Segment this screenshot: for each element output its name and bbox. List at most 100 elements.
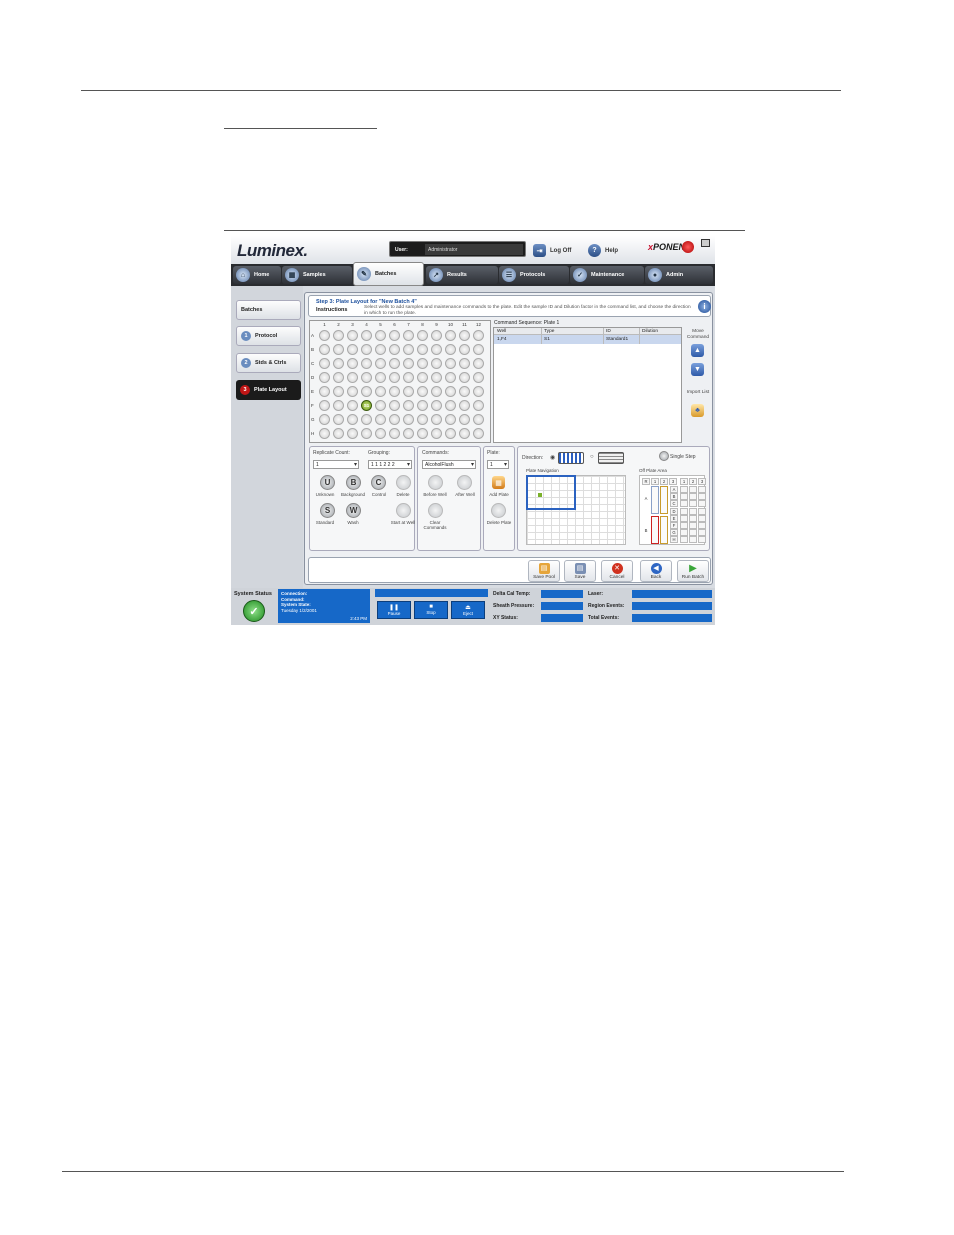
plate-well[interactable]	[403, 344, 414, 355]
plate-well[interactable]	[333, 372, 344, 383]
plate-well[interactable]	[459, 386, 470, 397]
help-button[interactable]: ? Help	[588, 244, 618, 257]
plate-well[interactable]	[417, 330, 428, 341]
off-plate-cell[interactable]	[680, 514, 688, 522]
plate-well[interactable]	[445, 330, 456, 341]
standard-button[interactable]: S	[320, 503, 335, 518]
plate-well[interactable]	[361, 358, 372, 369]
plate-well[interactable]	[445, 344, 456, 355]
plate-well[interactable]	[319, 400, 330, 411]
off-plate-cell[interactable]	[680, 529, 688, 537]
plate-well[interactable]	[403, 330, 414, 341]
start-at-well-button[interactable]	[396, 503, 411, 518]
plate-well[interactable]	[319, 344, 330, 355]
plate-well[interactable]	[473, 372, 484, 383]
plate-well[interactable]	[333, 414, 344, 425]
reservoir-well[interactable]	[651, 516, 659, 544]
plate-well[interactable]	[389, 428, 400, 439]
off-plate-cell[interactable]	[689, 536, 697, 544]
plate-well[interactable]	[431, 344, 442, 355]
plate-column-header[interactable]: 8	[416, 322, 429, 327]
single-step-toggle[interactable]	[659, 451, 669, 461]
plate-well[interactable]	[375, 344, 386, 355]
off-plate-cell[interactable]	[698, 514, 706, 522]
tab-results[interactable]: ↗ Results	[426, 266, 498, 284]
plate-navigation-selection[interactable]	[526, 475, 576, 510]
plate-well[interactable]	[459, 372, 470, 383]
plate-well[interactable]	[473, 330, 484, 341]
clear-commands-button[interactable]	[428, 503, 443, 518]
plate-row-header[interactable]: D	[311, 375, 314, 380]
plate-well[interactable]	[361, 414, 372, 425]
plate-well[interactable]	[431, 358, 442, 369]
reservoir-well[interactable]	[660, 486, 668, 514]
log-off-button[interactable]: ⇥ Log Off	[533, 244, 571, 257]
tab-admin[interactable]: ● Admin	[645, 266, 713, 284]
minimize-button[interactable]	[701, 239, 710, 247]
plate-well[interactable]	[459, 358, 470, 369]
plate-well[interactable]	[473, 414, 484, 425]
off-plate-cell[interactable]	[698, 493, 706, 501]
eject-button[interactable]: ⏏ Eject	[451, 601, 485, 619]
plate-well[interactable]	[459, 344, 470, 355]
plate-well[interactable]	[417, 428, 428, 439]
plate-row-header[interactable]: A	[311, 333, 314, 338]
move-down-button[interactable]: ▼	[691, 363, 704, 376]
back-button[interactable]: ◀ Back	[640, 560, 672, 582]
plate-well[interactable]	[333, 344, 344, 355]
pause-button[interactable]: ❚❚ Pause	[377, 601, 411, 619]
plate-well[interactable]	[417, 358, 428, 369]
sidebar-item-stds-ctrls[interactable]: 2 Stds & Ctrls	[236, 353, 301, 373]
sidebar-item-plate-layout[interactable]: 3 Plate Layout	[236, 380, 301, 400]
off-plate-cell[interactable]	[698, 529, 706, 537]
plate-select[interactable]: 1	[487, 460, 509, 469]
plate-row-header[interactable]: B	[311, 347, 314, 352]
delete-well-button[interactable]	[396, 475, 411, 490]
plate-well[interactable]	[431, 386, 442, 397]
plate-column-header[interactable]: 4	[360, 322, 373, 327]
sidebar-item-protocol[interactable]: 1 Protocol	[236, 326, 301, 346]
plate-well[interactable]	[333, 400, 344, 411]
plate-well[interactable]	[319, 358, 330, 369]
table-row[interactable]: 1,F4 S1 Standard1	[494, 335, 681, 344]
off-plate-cell[interactable]	[698, 500, 706, 508]
plate-well[interactable]	[347, 386, 358, 397]
horizontal-direction-icon[interactable]	[598, 452, 624, 464]
plate-well[interactable]	[459, 428, 470, 439]
plate-well[interactable]	[431, 400, 442, 411]
status-check-icon[interactable]: ✓	[243, 600, 265, 622]
plate-column-header[interactable]: 6	[388, 322, 401, 327]
plate-well[interactable]	[417, 400, 428, 411]
plate-well[interactable]	[375, 386, 386, 397]
plate-column-header[interactable]: 10	[444, 322, 457, 327]
plate-column-header[interactable]: 12	[472, 322, 485, 327]
plate-well[interactable]	[361, 428, 372, 439]
import-list-button[interactable]: ♣	[691, 404, 704, 417]
off-plate-cell[interactable]	[698, 536, 706, 544]
off-plate-cell[interactable]	[680, 522, 688, 529]
unknown-button[interactable]: U	[320, 475, 335, 490]
plate-well[interactable]	[431, 414, 442, 425]
plate-column-header[interactable]: 5	[374, 322, 387, 327]
plate-well[interactable]	[417, 372, 428, 383]
off-plate-cell[interactable]	[680, 507, 688, 515]
plate-well[interactable]	[389, 372, 400, 383]
plate-well[interactable]	[333, 330, 344, 341]
plate-well[interactable]	[375, 330, 386, 341]
before-well-button[interactable]	[428, 475, 443, 490]
direction-radio-vertical[interactable]: ◉	[550, 454, 555, 461]
plate-well[interactable]	[403, 400, 414, 411]
delete-plate-button[interactable]	[491, 503, 506, 518]
plate-column-header[interactable]: 3	[346, 322, 359, 327]
off-plate-cell[interactable]	[689, 514, 697, 522]
tab-maintenance[interactable]: ✓ Maintenance	[570, 266, 644, 284]
col-id[interactable]: ID	[606, 329, 611, 334]
plate-row-header[interactable]: H	[311, 431, 314, 436]
plate-well[interactable]	[319, 386, 330, 397]
plate-well[interactable]	[333, 428, 344, 439]
background-button[interactable]: B	[346, 475, 361, 490]
plate-well[interactable]	[333, 358, 344, 369]
plate-well[interactable]	[403, 358, 414, 369]
tab-home[interactable]: ⌂ Home	[233, 266, 281, 284]
off-plate-cell[interactable]	[689, 507, 697, 515]
